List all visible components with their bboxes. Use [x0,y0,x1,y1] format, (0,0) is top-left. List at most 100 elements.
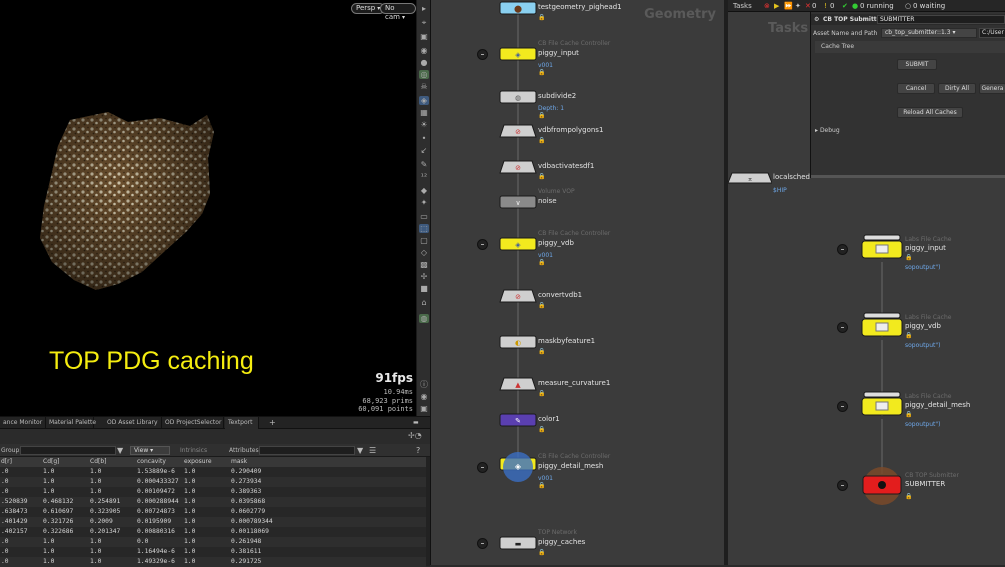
submit-button[interactable]: SUBMIT [897,59,937,70]
lock-icon[interactable]: 🔒 [538,14,545,21]
node-color1[interactable]: ✎ [498,412,538,428]
gear-icon[interactable]: ⚙ [814,14,819,25]
generate-button[interactable]: Genera [979,83,1005,94]
column-header[interactable]: exposure [184,458,212,465]
node-name-label[interactable]: piggy_detail_mesh [538,462,603,470]
cancel-button[interactable]: Cancel [897,83,935,94]
collapse-icon[interactable] [837,480,848,491]
node-noise[interactable]: ∨ [498,194,538,210]
task-node-piggy_vdb[interactable] [860,306,904,350]
image-icon[interactable]: ▣ [419,404,429,413]
parm-scrollbar[interactable] [811,175,1005,178]
node-name-label[interactable]: piggy_detail_mesh [905,401,970,409]
node-piggy_caches[interactable]: ▬ [498,535,538,551]
arrow-icon[interactable]: ↙ [419,146,429,155]
tab-material-palette[interactable]: Material Palette [46,417,96,429]
lock-icon[interactable]: 🔒 [538,69,545,76]
node-name-label[interactable]: noise [538,197,557,205]
node-convertvdb1[interactable]: ⊘ [498,288,538,304]
task-node-piggy_input[interactable] [860,228,904,272]
dirty-icon[interactable]: ✦ [795,0,801,12]
view-dropdown[interactable]: View ▾ [130,446,170,455]
node-name-label[interactable]: SUBMITTER [905,480,945,488]
dot-icon[interactable]: • [419,134,429,143]
box-icon[interactable]: ▢ [419,236,429,245]
diamond-icon[interactable]: ◇ [419,248,429,257]
lock-icon[interactable]: 🔒 [538,482,545,489]
shading-icon[interactable]: ◈ [419,96,429,105]
node-name-label[interactable]: convertvdb1 [538,291,582,299]
pin-icon[interactable]: ✢◔ [408,431,428,442]
column-header[interactable]: mask [231,458,247,465]
lock-icon[interactable]: 🔒 [905,493,912,500]
node-maskbyfeature1[interactable]: ◐ [498,334,538,350]
node-piggy_input[interactable]: ◈ [498,46,538,62]
tasks-network-editor[interactable]: Tasks ⊗ ▶ ⏩ ✦ ✕ 0 ! 0 ✔ ● 0 running ○ 0 … [728,0,1005,565]
tab-od-asset-library[interactable]: OD Asset Library [104,417,162,429]
node-name-label[interactable]: piggy_caches [538,538,585,546]
lock-icon[interactable]: 🔒 [905,254,912,261]
table-row[interactable] [0,477,426,487]
eye-icon[interactable]: ◉ [419,46,429,55]
table-row[interactable] [0,547,426,557]
info-icon[interactable]: ⓘ [419,380,429,389]
tab-cache-tree[interactable]: Cache Tree [815,41,1005,53]
node-name-label[interactable]: vdbfrompolygons1 [538,126,603,134]
column-header[interactable]: Cd[g] [43,458,60,465]
cube-icon[interactable]: ▩ [419,260,429,269]
pane-menu-icon[interactable]: ▬ [410,417,422,429]
collapse-icon[interactable] [837,322,848,333]
node-name-label[interactable]: piggy_input [538,49,579,57]
node-name-label[interactable]: piggy_vdb [905,322,941,330]
node-name-label[interactable]: piggy_vdb [538,239,574,247]
node-subdivide2[interactable]: ◍ [498,89,538,105]
select-icon[interactable]: ▸ [419,4,429,13]
tasks-tab[interactable]: Tasks [733,0,752,12]
node-vdbactivatesdf1[interactable]: ⊘ [498,159,538,175]
tab-textport[interactable]: Textport [225,417,259,429]
table-row[interactable] [0,467,426,477]
node-testgeometry_pighead1[interactable]: ⬤ [498,0,538,16]
filter-icon[interactable]: ▼ [117,444,123,457]
frame-icon[interactable]: ▭ [419,212,429,221]
table-row[interactable] [0,487,426,497]
snap-icon[interactable]: ◍ [419,314,429,323]
node-piggy_vdb[interactable]: ◈ [498,236,538,252]
collapse-icon[interactable] [837,401,848,412]
eye-icon[interactable]: ◉ [419,392,429,401]
asset-name-dropdown[interactable]: cb_top_submitter::1.3 ▾ [881,28,977,38]
node-name-label[interactable]: measure_curvature1 [538,379,610,387]
brush-icon[interactable]: ✎ [419,160,429,169]
cook-output-icon[interactable]: ⏩ [784,0,793,12]
grid-icon[interactable]: ▦ [419,108,429,117]
node-name-label[interactable]: piggy_input [905,244,946,252]
collapse-icon[interactable] [837,244,848,255]
node-name-field[interactable]: SUBMITTER [877,15,1005,24]
cook-icon[interactable]: ▶ [774,0,779,12]
table-row[interactable] [0,537,426,547]
reload-all-caches-button[interactable]: Reload All Caches [897,107,963,118]
node-vdbfrompolygons1[interactable]: ⊘ [498,123,538,139]
collapse-icon[interactable] [477,538,488,549]
node-name-label[interactable]: testgeometry_pighead1 [538,3,622,11]
display-icon[interactable]: ◎ [419,70,429,79]
skull-icon[interactable]: ☠ [419,82,429,91]
lock-icon[interactable]: 🔒 [538,173,545,180]
lock-icon[interactable]: 🔒 [538,390,545,397]
node-name-label[interactable]: color1 [538,415,560,423]
list-icon[interactable]: ☰ [369,444,376,457]
attributes-field[interactable] [259,446,355,455]
wire-icon[interactable]: ⬚ [419,224,429,233]
geometry-network-editor[interactable]: Geometry ⬤ testgeometry_pighead1 🔒 ◈ CB File… [430,0,724,565]
lock-icon[interactable]: 🔒 [538,259,545,266]
number-icon[interactable]: ¹² [419,172,429,181]
node-piggy_detail_mesh[interactable]: ◈ [498,450,538,484]
table-row[interactable] [0,557,426,567]
camera-menu-button[interactable]: No cam ▾ [380,3,416,21]
lock-icon[interactable]: 🔒 [538,348,545,355]
wand-icon[interactable]: ✦ [419,198,429,207]
asset-path-field[interactable]: C:/User [979,28,1005,38]
node-name-label[interactable]: vdbactivatesdf1 [538,162,594,170]
dirty-all-button[interactable]: Dirty All [938,83,976,94]
column-header[interactable]: d[r] [1,458,12,465]
